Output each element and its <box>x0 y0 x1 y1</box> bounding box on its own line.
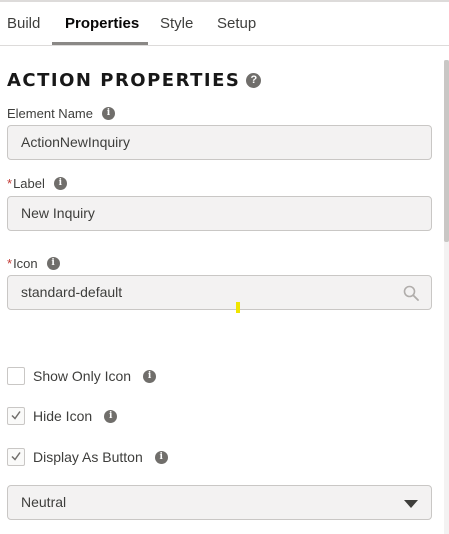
element-name-info-icon[interactable]: i <box>101 106 115 120</box>
search-icon[interactable] <box>403 285 419 301</box>
label-field-label: Label <box>13 175 45 191</box>
label-info-icon[interactable]: i <box>53 176 67 190</box>
hide-icon-info-icon[interactable]: i <box>104 409 118 423</box>
icon-field-label: Icon <box>13 255 38 271</box>
hide-icon-checkbox[interactable] <box>7 407 25 425</box>
active-tab-indicator <box>52 42 148 45</box>
tab-setup[interactable]: Setup <box>217 2 256 45</box>
display-as-button-info-icon[interactable]: i <box>154 450 168 464</box>
show-only-icon-row: Show Only Icon i <box>7 366 157 386</box>
section-title: ACTION PROPERTIES <box>7 69 241 91</box>
display-as-button-checkbox[interactable] <box>7 448 25 466</box>
section-heading: ACTION PROPERTIES ? <box>7 67 262 93</box>
display-as-button-row: Display As Button i <box>7 447 168 467</box>
button-variant-select[interactable]: Neutral <box>7 485 432 520</box>
tab-properties[interactable]: Properties <box>65 2 139 45</box>
help-icon[interactable]: ? <box>246 72 262 88</box>
checkmark-icon <box>11 452 21 461</box>
element-name-label: Element Name <box>7 105 93 121</box>
tab-style[interactable]: Style <box>160 2 193 45</box>
icon-input-value: standard-default <box>21 284 123 300</box>
element-name-input[interactable]: ActionNewInquiry <box>7 125 432 160</box>
element-name-label-row: Element Name i <box>7 104 115 122</box>
required-marker: * <box>7 255 13 271</box>
chevron-down-icon[interactable] <box>404 500 418 508</box>
label-label-row: * Label i <box>7 174 67 192</box>
hide-icon-label: Hide Icon <box>33 408 93 424</box>
checkmark-icon <box>11 411 21 420</box>
hide-icon-row: Hide Icon i <box>7 406 118 426</box>
cursor-highlight <box>236 302 240 313</box>
required-marker: * <box>7 175 13 191</box>
tab-bar: Build Properties Style Setup <box>0 2 449 46</box>
icon-label-row: * Icon i <box>7 254 60 272</box>
show-only-icon-label: Show Only Icon <box>33 368 132 384</box>
icon-info-icon[interactable]: i <box>46 256 60 270</box>
label-input[interactable]: New Inquiry <box>7 196 432 231</box>
show-only-icon-info-icon[interactable]: i <box>143 369 157 383</box>
display-as-button-label: Display As Button <box>33 449 143 465</box>
button-variant-value: Neutral <box>21 494 67 510</box>
scrollbar-thumb[interactable] <box>444 60 449 242</box>
show-only-icon-checkbox[interactable] <box>7 367 25 385</box>
tab-build[interactable]: Build <box>7 2 40 45</box>
icon-search-input[interactable]: standard-default <box>7 275 432 310</box>
